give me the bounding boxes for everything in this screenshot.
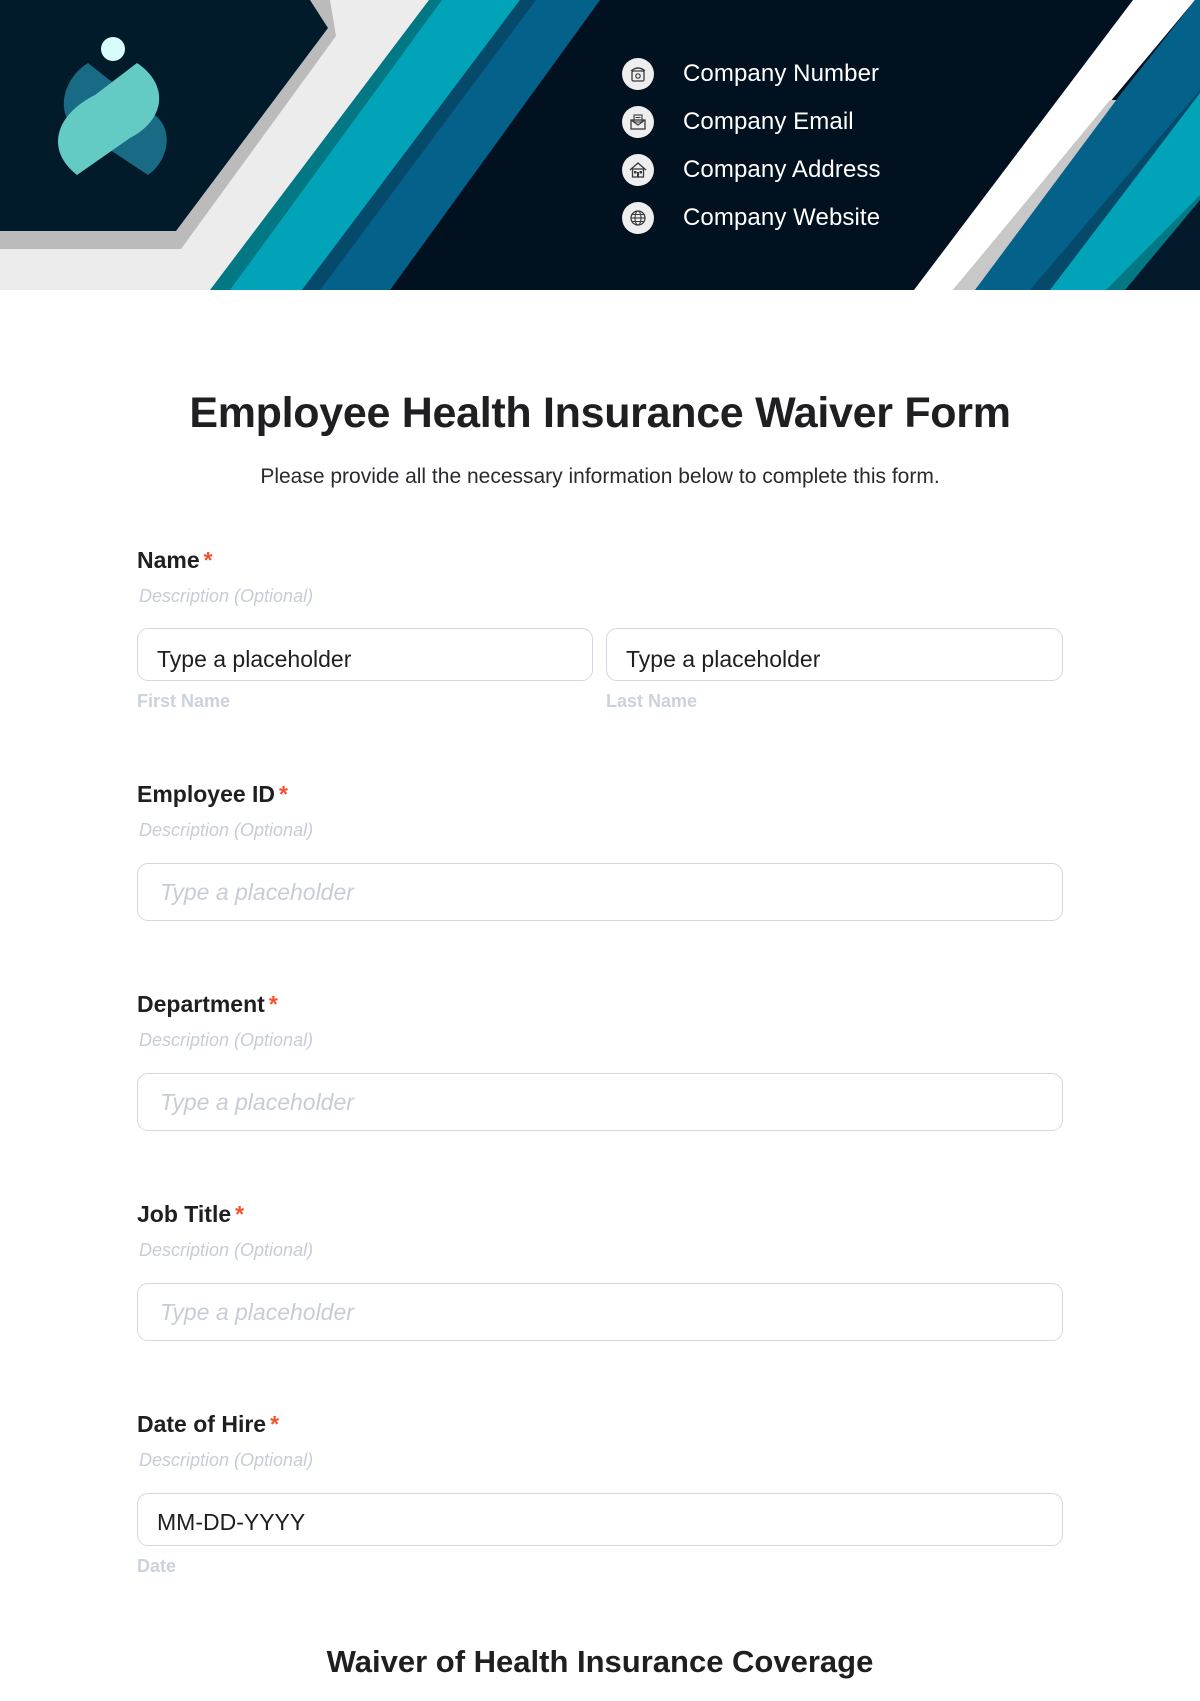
employee-id-description: Description (Optional) [139, 820, 314, 840]
contact-item-website: Company Website [622, 202, 880, 234]
contact-email-text: Company Email [683, 108, 854, 135]
first-name-sublabel: First Name [137, 691, 231, 711]
contact-item-address: Company Address [622, 154, 881, 186]
required-asterisk: * [279, 781, 288, 807]
house-icon [622, 154, 654, 186]
field-date-of-hire: Date of Hire* Description (Optional) Dat… [137, 1410, 1063, 1580]
form-subtitle: Please provide all the necessary informa… [260, 465, 940, 488]
date-sublabel: Date [137, 1556, 177, 1576]
employee-id-label: Employee ID [137, 781, 276, 807]
contact-number-text: Company Number [683, 60, 880, 87]
form-title: Employee Health Insurance Waiver Form [189, 389, 1011, 437]
job-title-label: Job Title [137, 1201, 232, 1227]
field-label: Name * [137, 546, 1063, 574]
contact-item-email: Company Email [622, 106, 854, 138]
name-label: Name [137, 547, 200, 573]
department-description: Description (Optional) [139, 1030, 314, 1050]
logo-dot [101, 37, 125, 61]
job-title-input[interactable] [137, 1283, 1063, 1341]
header-background [0, 0, 1200, 290]
field-job-title: Job Title * Description (Optional) [137, 1200, 1063, 1345]
phone-icon [622, 58, 654, 90]
contact-item-number: Company Number [622, 58, 879, 90]
first-name-input[interactable] [137, 628, 593, 681]
required-asterisk: * [203, 547, 213, 573]
name-description: Description (Optional) [139, 586, 314, 606]
date-of-hire-description: Description (Optional) [139, 1450, 314, 1470]
field-name: Name* Description (Optional) First Name … [137, 546, 1063, 716]
globe-icon [622, 202, 654, 234]
last-name-input[interactable] [606, 628, 1063, 681]
job-title-description: Description (Optional) [139, 1240, 314, 1260]
department-label: Department [137, 991, 265, 1017]
required-asterisk: * [270, 1411, 280, 1437]
date-of-hire-input[interactable] [137, 1493, 1063, 1546]
required-asterisk: * [268, 991, 278, 1017]
email-icon [622, 106, 654, 138]
waiver-section-heading: Waiver of Health Insurance Coverage [326, 1644, 874, 1679]
field-employee-id: Employee ID * Description (Optional) [137, 780, 1063, 925]
employee-id-input[interactable] [137, 863, 1063, 921]
field-label: Department * [137, 990, 1063, 1018]
contact-address-text: Company Address [683, 156, 881, 183]
last-name-sublabel: Last Name [606, 691, 698, 711]
field-label: Date of Hire * [137, 1410, 1063, 1438]
header-banner: Company Number Company Email Company Add… [0, 0, 1200, 290]
contact-website-text: Company Website [683, 204, 881, 231]
field-label: Job Title * [137, 1200, 1063, 1228]
field-label: Employee ID * [137, 780, 1063, 808]
field-department: Department * Description (Optional) [137, 990, 1063, 1135]
date-of-hire-label: Date of Hire [137, 1411, 267, 1437]
department-input[interactable] [137, 1073, 1063, 1131]
required-asterisk: * [235, 1201, 245, 1227]
